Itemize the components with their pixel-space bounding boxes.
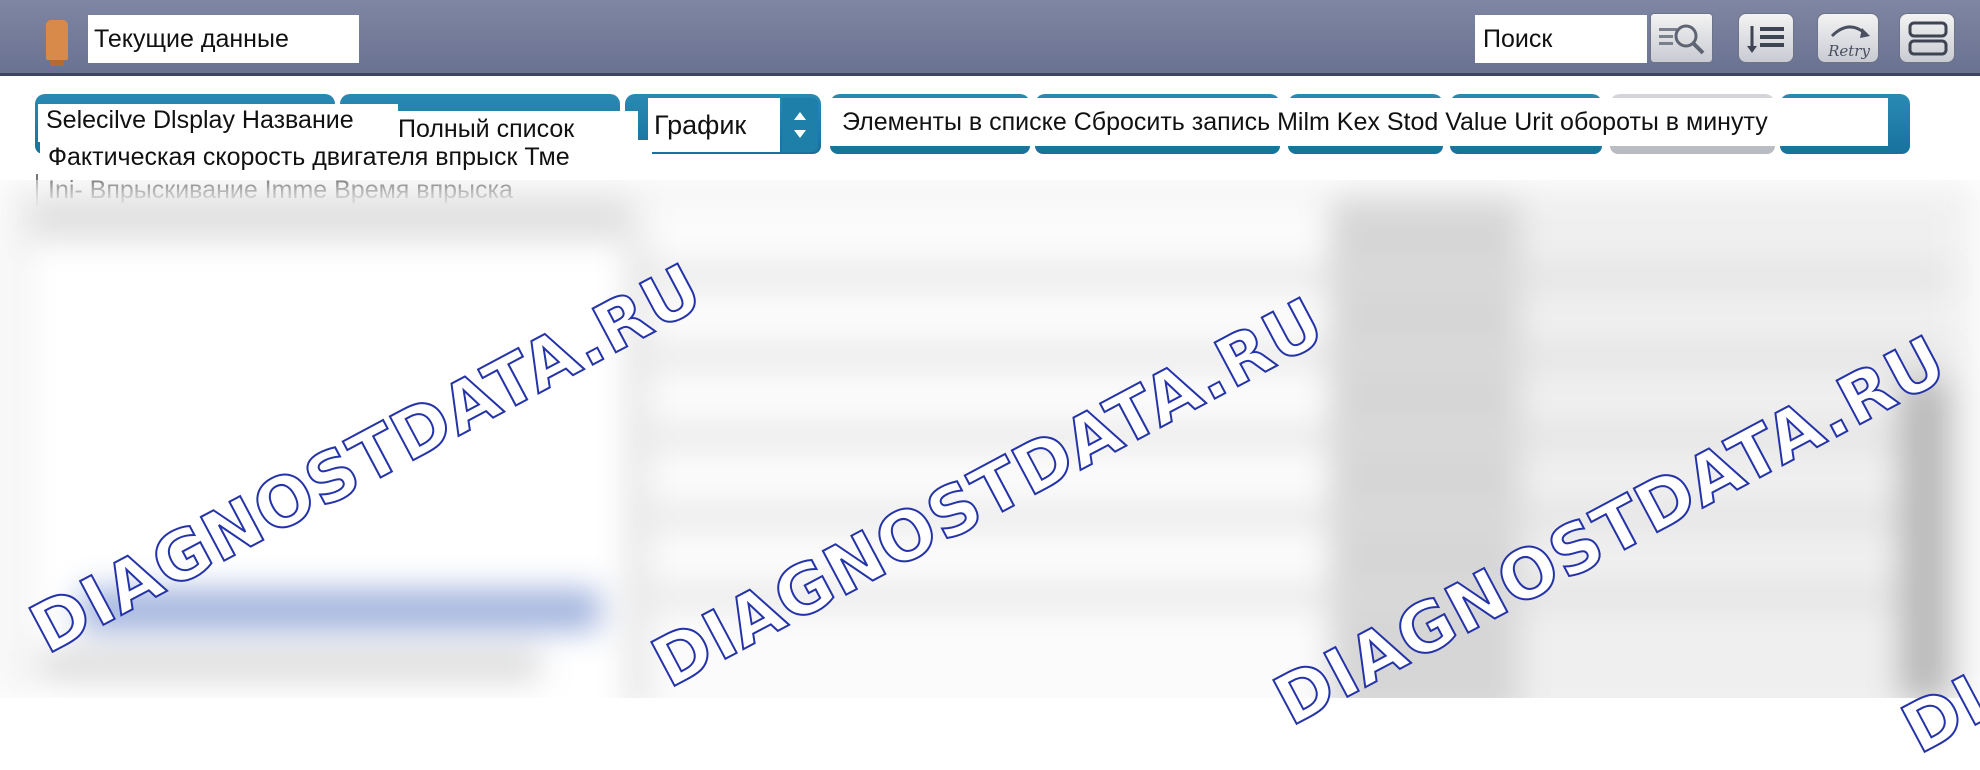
- graph-spinner[interactable]: [782, 98, 818, 152]
- sort-list-icon: [1747, 26, 1784, 53]
- retry-button[interactable]: Retry: [1817, 13, 1879, 63]
- toolbar-strip-text: Элементы в списке Сбросить запись Milm K…: [830, 98, 1888, 146]
- menu-button[interactable]: [1899, 13, 1955, 63]
- updown-arrows-icon: [794, 112, 806, 138]
- search-input[interactable]: [1475, 15, 1647, 63]
- blurred-scroll: [1900, 380, 1950, 698]
- blurred-layer: [0, 180, 1980, 698]
- list-button[interactable]: [1738, 13, 1794, 63]
- magnifier-icon: [1659, 24, 1705, 55]
- retry-icon: Retry: [1827, 25, 1870, 60]
- menu-icon: [1908, 21, 1948, 56]
- blurred-row: [650, 510, 1950, 524]
- app-icon: [46, 20, 68, 66]
- title-bar: Текущие данные Retry: [0, 0, 1980, 76]
- window-title: Текущие данные: [88, 15, 359, 63]
- retry-label: Retry: [1827, 42, 1870, 60]
- blurred-row: [650, 270, 1950, 284]
- blurred-strip: [40, 650, 540, 680]
- blurred-content: [0, 180, 1980, 698]
- selective-display-label: Selecilve Dlsplay Название: [46, 106, 354, 134]
- search-button[interactable]: [1650, 13, 1713, 63]
- graph-select[interactable]: График: [648, 98, 780, 152]
- info-line-1: Фактическая скорость двигателя впрыск Тм…: [40, 140, 652, 174]
